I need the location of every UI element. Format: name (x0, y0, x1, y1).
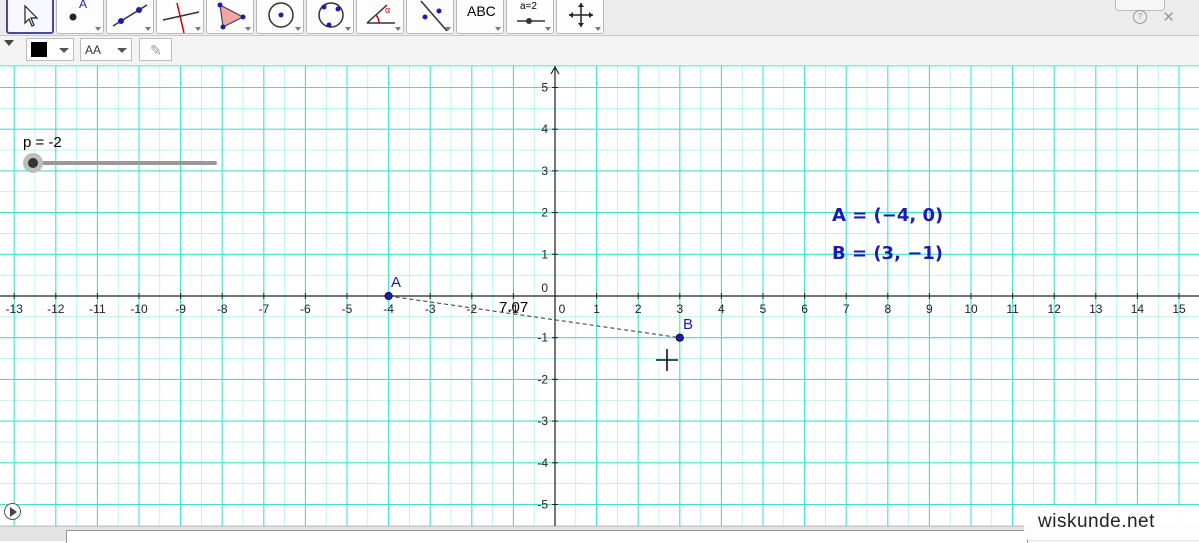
y-tick-label: 1 (541, 247, 548, 261)
x-tick-label: 15 (1172, 302, 1186, 316)
slider-track[interactable] (32, 161, 217, 165)
x-tick-label: -8 (217, 302, 228, 316)
x-tick-label: 2 (635, 302, 642, 316)
move-tool[interactable] (6, 0, 54, 34)
style-bar: AA ✎ (0, 36, 1199, 66)
x-tick-label: 13 (1089, 302, 1103, 316)
distance-label: 7.07 (499, 299, 529, 316)
point-a-label: A (391, 274, 402, 291)
x-tick-label: -2 (466, 302, 477, 316)
toolbar: A α ABC a=2 ? ✕ (0, 0, 1199, 36)
tool-menu-triangle-icon (245, 27, 251, 31)
text-size-button[interactable]: AA (80, 38, 132, 61)
point-b-text[interactable]: B = (3, −1) (832, 243, 943, 264)
y-tick-label: 3 (541, 164, 548, 178)
x-tick-label: 0 (559, 302, 566, 316)
tool-menu-triangle-icon (395, 27, 401, 31)
point-tool-label: A (79, 0, 88, 11)
circle-center-point-tool[interactable] (256, 0, 304, 34)
y-tick-label: 5 (541, 81, 548, 95)
input-field[interactable] (66, 530, 1028, 543)
x-tick-label: 10 (964, 302, 978, 316)
play-icon[interactable] (4, 503, 21, 520)
x-tick-label: -6 (300, 302, 311, 316)
circle-three-points-tool[interactable] (306, 0, 354, 34)
point-b[interactable] (675, 333, 684, 342)
tool-menu-triangle-icon (145, 27, 151, 31)
y-tick-label: 0 (541, 281, 548, 295)
y-tick-label: -5 (537, 498, 548, 512)
x-tick-label: 7 (843, 302, 850, 316)
tool-menu-triangle-icon (445, 27, 451, 31)
x-tick-label: 8 (884, 302, 891, 316)
x-tick-label: 9 (926, 302, 933, 316)
y-tick-label: -3 (537, 414, 548, 428)
move-graphics-view-tool[interactable] (556, 0, 604, 34)
point-tool[interactable]: A (56, 0, 104, 34)
x-tick-label: 11 (1006, 302, 1019, 316)
close-icon[interactable]: ✕ (1162, 8, 1175, 26)
x-tick-label: -10 (130, 302, 148, 316)
x-tick-label: -7 (258, 302, 269, 316)
tool-menu-triangle-icon (95, 27, 101, 31)
text-tool-label: ABC (467, 3, 496, 19)
x-tick-label: 6 (801, 302, 808, 316)
polygon-tool[interactable] (206, 0, 254, 34)
reflect-tool[interactable] (406, 0, 454, 34)
x-tick-label: 3 (676, 302, 683, 316)
x-tick-label: -5 (342, 302, 353, 316)
x-tick-label: 5 (760, 302, 767, 316)
tool-menu-triangle-icon (495, 27, 501, 31)
tool-menu-triangle-icon (545, 27, 551, 31)
graphics-view[interactable]: -13 -12 -11 -10 -9 -8 -7 -6 -5 -4 -3 -2 -1 0 1 2 3 4 5 6 7 8 9… (0, 66, 1199, 526)
watermark-text: wiskunde.net (1038, 511, 1155, 532)
slider-knob[interactable] (23, 153, 43, 173)
help-icon[interactable]: ? (1133, 10, 1147, 24)
slider-label: p = -2 (23, 134, 62, 151)
x-tick-label: -9 (175, 302, 186, 316)
pin-button[interactable]: ✎ (139, 38, 172, 61)
watermark: wiskunde.net (1024, 505, 1199, 540)
y-tick-label: -1 (537, 331, 548, 345)
angle-tool[interactable]: α (356, 0, 404, 34)
x-tick-label: -12 (47, 302, 65, 316)
color-swatch (31, 42, 47, 57)
line-tool[interactable] (106, 0, 154, 34)
slider-tool[interactable]: a=2 (506, 0, 554, 34)
tool-menu-triangle-icon (195, 27, 201, 31)
point-a[interactable] (384, 291, 393, 301)
chevron-down-icon (117, 48, 127, 53)
x-tick-label: 12 (1048, 302, 1062, 316)
x-tick-label: -4 (383, 302, 394, 316)
x-tick-label: 1 (593, 302, 600, 316)
angle-tool-label: α (385, 5, 391, 15)
perpendicular-line-tool[interactable] (156, 0, 204, 34)
y-tick-label: 4 (541, 122, 548, 136)
x-tick-label: -3 (425, 302, 436, 316)
pin-icon: ✎ (150, 42, 162, 58)
tool-menu-triangle-icon (345, 27, 351, 31)
x-tick-label: -11 (89, 302, 106, 316)
color-picker-button[interactable] (26, 38, 74, 61)
x-tick-label: -13 (6, 302, 24, 316)
point-b-label: B (683, 316, 694, 333)
text-size-label: AA (85, 43, 102, 57)
x-tick-label: 14 (1131, 302, 1145, 316)
tool-menu-triangle-icon (295, 27, 301, 31)
tool-menu-triangle-icon (595, 27, 601, 31)
y-tick-label: -4 (537, 456, 548, 470)
x-tick-label: 4 (718, 302, 725, 316)
y-tick-label: 2 (541, 206, 548, 220)
arrow-cursor-icon (24, 4, 39, 27)
text-tool[interactable]: ABC (456, 0, 504, 34)
chevron-down-icon (59, 48, 69, 53)
y-tick-label: -2 (537, 372, 548, 386)
point-a-text[interactable]: A = (−4, 0) (832, 205, 943, 226)
toggle-stylebar-icon[interactable] (4, 40, 14, 46)
